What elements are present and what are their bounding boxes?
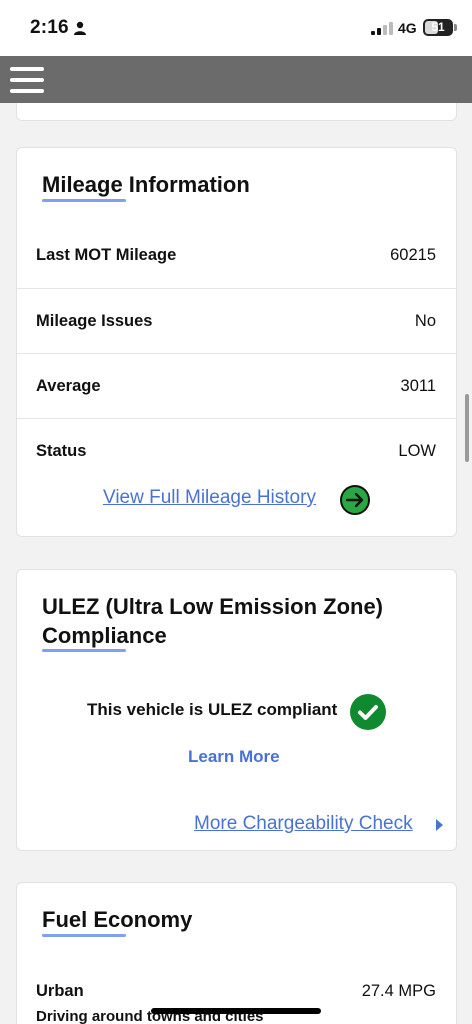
title-underline (42, 649, 126, 652)
mileage-row: Status LOW (17, 419, 456, 483)
menu-icon[interactable] (8, 64, 46, 96)
mileage-row: Last MOT Mileage 60215 (17, 223, 456, 288)
fuel-card-title: Fuel Economy (42, 907, 193, 932)
ulez-card: ULEZ (Ultra Low Emission Zone) Complianc… (16, 569, 457, 851)
more-chargeability-link[interactable]: More Chargeability Check (194, 813, 413, 835)
network-label: 4G (398, 20, 417, 36)
battery-icon: 51 (423, 19, 457, 36)
row-label: Average (36, 377, 101, 395)
row-value: LOW (398, 441, 436, 460)
status-time: 2:16 (30, 17, 69, 38)
signal-icon (371, 22, 393, 35)
ulez-compliance-text: This vehicle is ULEZ compliant (87, 700, 338, 719)
row-label: Status (36, 441, 87, 460)
status-bar: 2:16 4G 51 (0, 0, 472, 56)
scroll-indicator[interactable] (465, 394, 469, 462)
fuel-row-label: Urban (36, 982, 84, 1000)
play-icon[interactable] (436, 819, 443, 831)
row-label: Last MOT Mileage (36, 246, 177, 264)
view-mileage-history-link[interactable]: View Full Mileage History (103, 487, 316, 509)
home-indicator[interactable] (151, 1008, 321, 1014)
fuel-economy-card: Fuel Economy Urban 27.4 MPG Driving arou… (16, 882, 457, 1024)
title-underline (42, 199, 126, 202)
fuel-row-value: 27.4 MPG (361, 982, 436, 1000)
row-label: Mileage Issues (36, 312, 153, 330)
ulez-card-title-line1: ULEZ (Ultra Low Emission Zone) (42, 594, 384, 619)
mileage-card: Mileage Information Last MOT Mileage 602… (16, 147, 457, 537)
title-underline (42, 934, 126, 937)
mileage-row: Mileage Issues No (17, 289, 456, 354)
mileage-card-title: Mileage Information (42, 172, 250, 197)
learn-more-link[interactable]: Learn More (188, 747, 280, 767)
mileage-row: Average 3011 (17, 354, 456, 419)
previous-card-bottom (16, 103, 457, 121)
battery-level: 51 (431, 20, 445, 34)
row-value: 3011 (400, 377, 436, 395)
ulez-card-title-line2: Compliance (42, 623, 167, 648)
top-navbar (0, 56, 472, 103)
check-icon (350, 694, 386, 730)
row-value: 60215 (390, 246, 436, 264)
arrow-right-icon[interactable] (340, 485, 370, 515)
row-value: No (414, 312, 436, 330)
person-icon (74, 21, 86, 35)
